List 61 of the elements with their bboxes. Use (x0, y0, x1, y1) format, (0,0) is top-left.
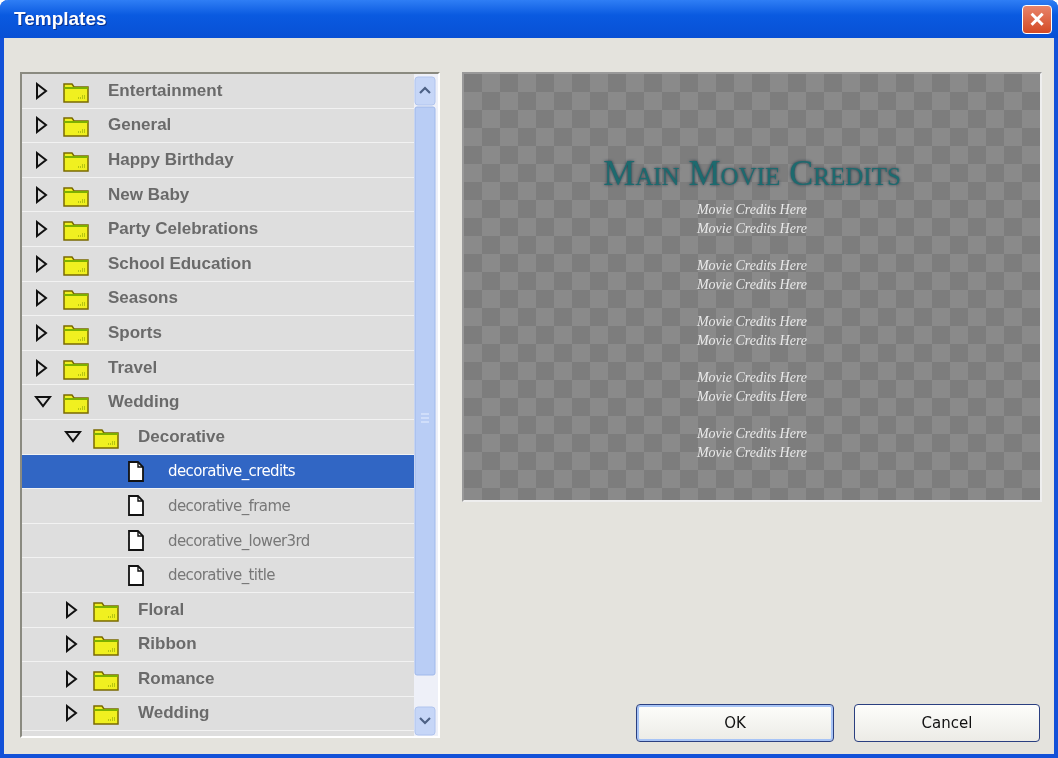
folder-item[interactable]: Entertainment (22, 74, 414, 109)
file-name: decorative_credits (168, 462, 296, 481)
folder-name: Ribbon (138, 634, 197, 655)
dialog-button[interactable]: OK (636, 704, 834, 742)
folder-name: Floral (138, 599, 185, 620)
credit-line: Movie Credits Here (696, 201, 808, 219)
credit-line: Movie Credits Here (696, 388, 808, 406)
scrollbar[interactable] (414, 74, 438, 736)
credits-title: Main Movie Credits (603, 152, 901, 194)
file-name: decorative_lower3rd (168, 531, 310, 550)
scroll-down-icon[interactable] (414, 706, 436, 736)
folder-item[interactable]: New Baby (22, 177, 414, 213)
folder-item[interactable]: School Education (22, 246, 414, 282)
credit-line: Movie Credits Here (696, 220, 808, 238)
folder-name: School Education (108, 253, 252, 274)
credit-line: Movie Credits Here (696, 444, 808, 462)
folder-item[interactable]: Floral (22, 592, 414, 628)
document-icon (126, 563, 146, 587)
folder-name: General (108, 115, 172, 136)
file-name: decorative_title (168, 566, 275, 585)
file-item[interactable]: decorative_lower3rd (22, 523, 414, 559)
folder-item[interactable]: General (22, 108, 414, 144)
credit-line: Movie Credits Here (696, 313, 808, 331)
credit-line: Movie Credits Here (696, 425, 808, 443)
scroll-up-icon[interactable] (414, 76, 436, 106)
folder-item[interactable]: Seasons (22, 281, 414, 317)
folder-item[interactable]: Ribbon (22, 627, 414, 663)
folder-item[interactable]: Wedding (22, 385, 414, 420)
folder-name: Wedding (138, 703, 210, 724)
folder-name: Entertainment (108, 80, 223, 101)
folder-item[interactable]: Romance (22, 662, 414, 697)
folder-item[interactable]: Happy Birthday (22, 143, 414, 178)
dialog-button[interactable]: Cancel (854, 704, 1040, 742)
file-item[interactable]: decorative_title (22, 558, 414, 593)
folder-name: Happy Birthday (108, 150, 234, 170)
document-icon (126, 459, 146, 483)
close-button[interactable]: × (1022, 4, 1052, 34)
credit-line: Movie Credits Here (696, 369, 808, 387)
scroll-thumb[interactable] (414, 106, 436, 676)
credit-line: Movie Credits Here (696, 276, 808, 294)
folder-name: Party Celebrations (108, 219, 259, 240)
document-icon (126, 494, 146, 518)
folder-name: New Baby (108, 184, 190, 205)
folder-name: Travel (108, 357, 158, 378)
file-name: decorative_frame (168, 496, 291, 515)
file-item[interactable]: decorative_credits (22, 454, 414, 490)
folder-name: Seasons (108, 288, 178, 309)
folder-item[interactable]: Party Celebrations (22, 212, 414, 247)
folder-name: Romance (138, 668, 215, 689)
credit-line: Movie Credits Here (696, 332, 808, 350)
folder-item[interactable]: Sports (22, 316, 414, 351)
folder-name: Wedding (108, 392, 180, 413)
document-icon (126, 529, 146, 552)
credit-line: Movie Credits Here (696, 257, 808, 275)
window-title: Templates (14, 8, 107, 30)
folder-item[interactable]: Wedding (22, 696, 414, 732)
folder-item[interactable]: Decorative (22, 419, 414, 455)
file-item[interactable]: decorative_frame (22, 489, 414, 524)
folder-name: Decorative (138, 426, 225, 447)
folder-name: Sports (108, 322, 162, 343)
folder-item[interactable]: Travel (22, 350, 414, 386)
